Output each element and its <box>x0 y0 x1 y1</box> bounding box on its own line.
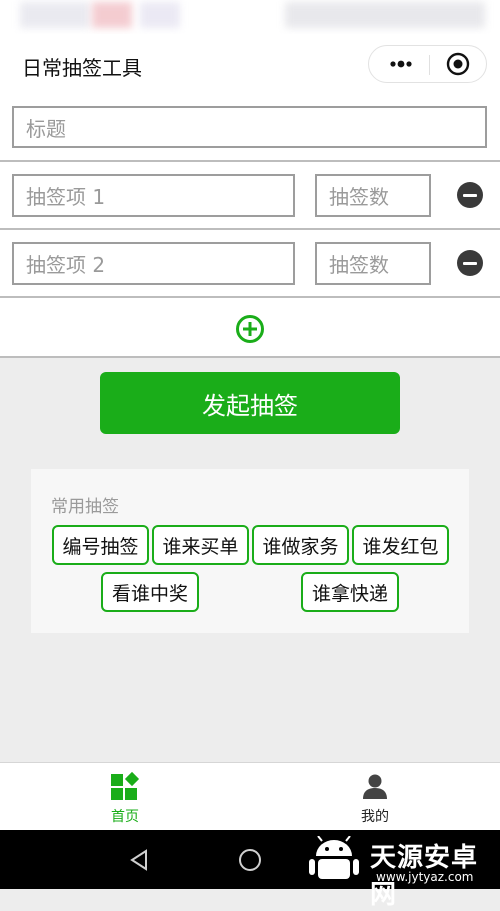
android-logo-icon <box>309 836 359 879</box>
user-icon <box>363 774 387 799</box>
add-item-row[interactable] <box>0 298 500 358</box>
tab-mine-label: 我的 <box>361 809 389 825</box>
status-bar <box>0 0 500 34</box>
tag-who-sends-red-packet[interactable]: 谁发红包 <box>352 525 449 565</box>
lottery-item-row: 抽签项 2 抽签数 <box>0 230 500 298</box>
tab-home[interactable]: 首页 <box>0 763 250 831</box>
tab-bar: 首页 我的 <box>0 762 500 830</box>
title-input[interactable]: 标题 <box>12 106 487 148</box>
top-bar: 日常抽签工具 <box>0 34 500 96</box>
grid-icon <box>111 771 140 800</box>
mini-program-capsule <box>368 45 487 83</box>
common-lottery-title: 常用抽签 <box>51 497 119 517</box>
tag-who-does-chores[interactable]: 谁做家务 <box>252 525 349 565</box>
back-icon[interactable] <box>127 848 151 872</box>
title-row: 标题 <box>0 96 500 162</box>
app-title: 日常抽签工具 <box>22 56 142 80</box>
lottery-item-row: 抽签项 1 抽签数 <box>0 162 500 230</box>
tag-who-picks-up-delivery[interactable]: 谁拿快递 <box>301 572 399 612</box>
lottery-form: 标题 抽签项 1 抽签数 抽签项 2 抽签数 <box>0 96 500 358</box>
tag-who-pays[interactable]: 谁来买单 <box>152 525 249 565</box>
lottery-item-input[interactable]: 抽签项 1 <box>12 174 295 217</box>
start-lottery-button[interactable]: 发起抽签 <box>100 372 400 434</box>
add-item-icon[interactable] <box>235 314 265 344</box>
remove-item-icon[interactable] <box>457 182 483 208</box>
tag-who-wins[interactable]: 看谁中奖 <box>101 572 199 612</box>
tag-number-lottery[interactable]: 编号抽签 <box>52 525 149 565</box>
more-icon[interactable] <box>387 50 415 78</box>
tab-home-label: 首页 <box>111 809 139 825</box>
tab-mine[interactable]: 我的 <box>250 763 500 831</box>
capsule-divider <box>429 55 430 75</box>
lottery-item-input[interactable]: 抽签项 2 <box>12 242 295 285</box>
close-program-icon[interactable] <box>445 51 471 77</box>
watermark-url: www.jytyaz.com <box>376 870 474 884</box>
home-icon[interactable] <box>237 847 263 873</box>
remove-item-icon[interactable] <box>457 250 483 276</box>
lottery-count-input[interactable]: 抽签数 <box>315 174 431 217</box>
lottery-count-input[interactable]: 抽签数 <box>315 242 431 285</box>
watermark: 天源安卓网 www.jytyaz.com <box>300 832 500 910</box>
common-lottery-panel: 常用抽签 编号抽签 谁来买单 谁做家务 谁发红包 看谁中奖 谁拿快递 <box>31 469 469 633</box>
